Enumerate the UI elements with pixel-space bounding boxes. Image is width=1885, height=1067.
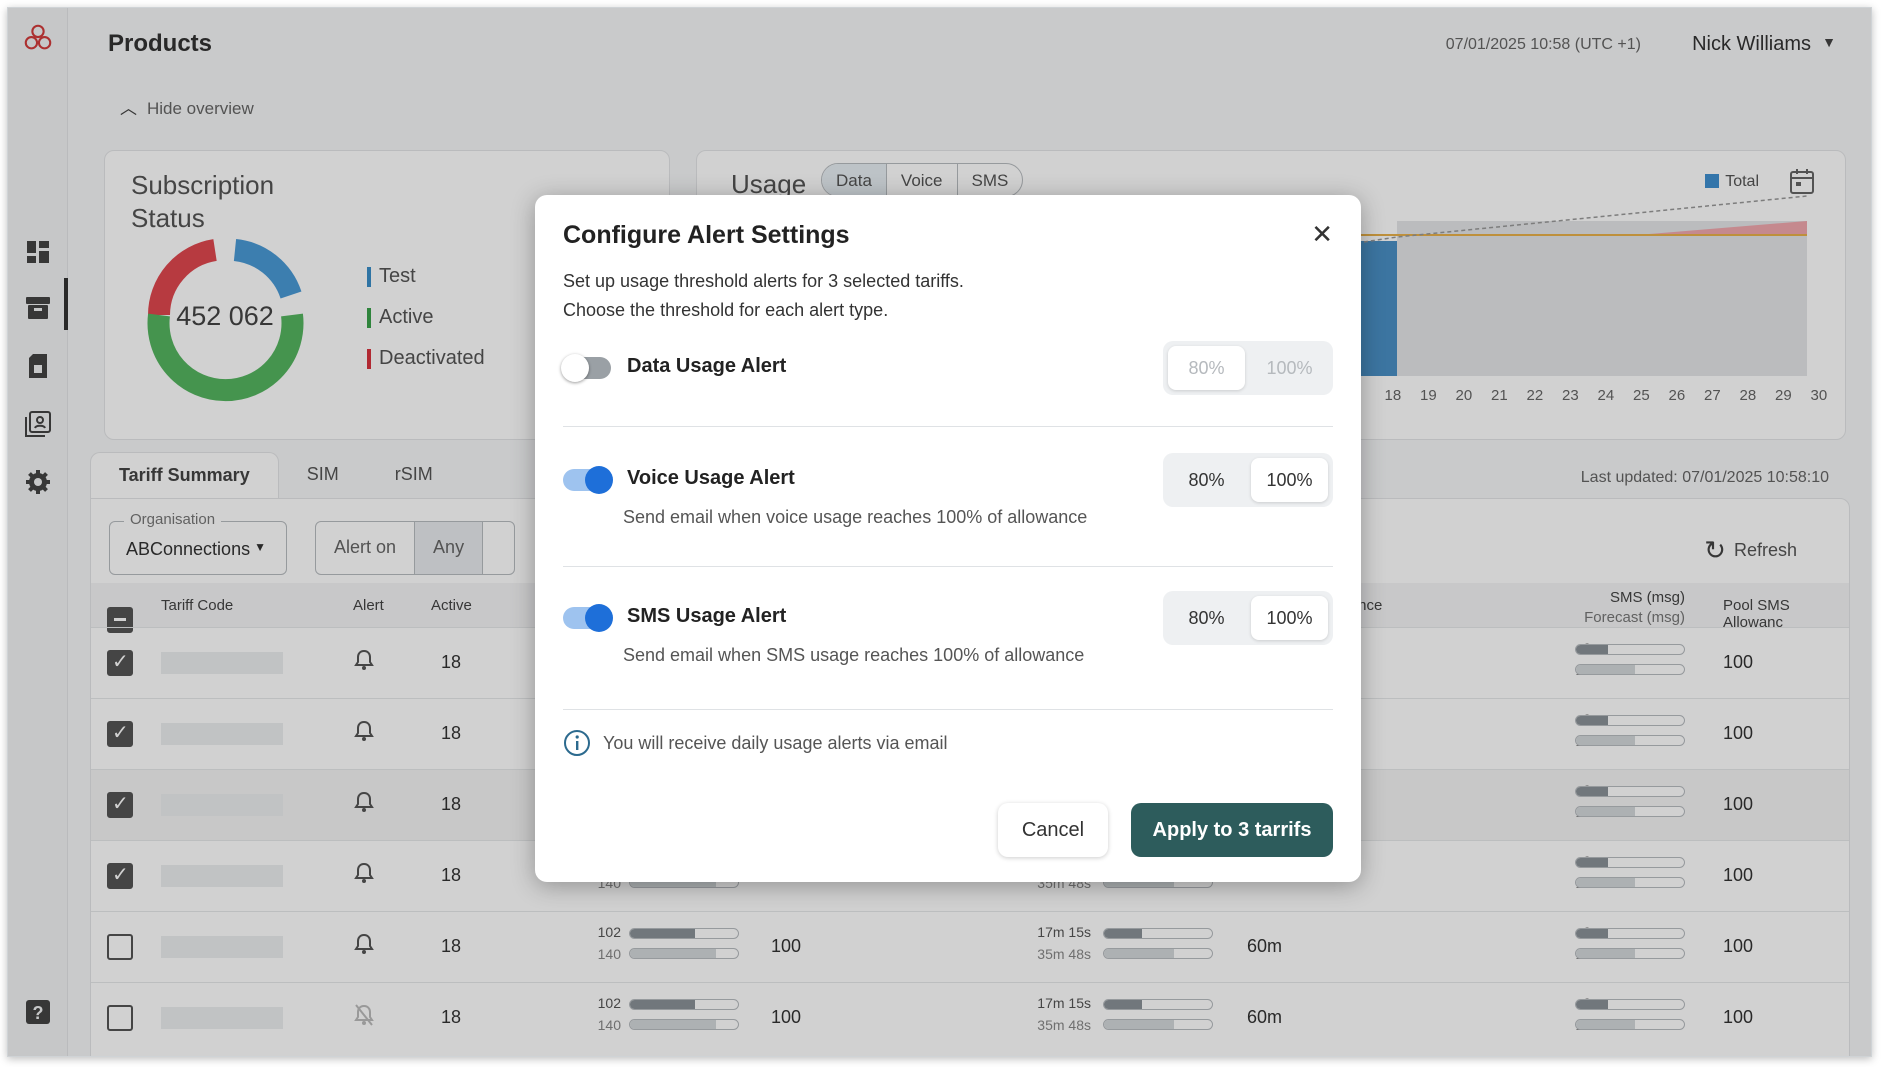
- divider: [563, 566, 1333, 567]
- divider: [563, 426, 1333, 427]
- sms-alert-description: Send email when SMS usage reaches 100% o…: [623, 645, 1085, 665]
- data-alert-label: Data Usage Alert: [627, 355, 787, 377]
- toggle-knob: [585, 466, 613, 494]
- info-icon: [564, 730, 590, 756]
- voice-alert-section: Voice Usage Alert Send email when voice …: [563, 453, 1333, 535]
- voice-threshold-80[interactable]: 80%: [1168, 458, 1245, 502]
- toggle-knob: [561, 354, 589, 382]
- voice-threshold-selector: 80% 100%: [1163, 453, 1333, 507]
- dialog-subtitle: Set up usage threshold alerts for 3 sele…: [563, 271, 964, 320]
- app-window: ? Products 07/01/2025 10:58 (UTC +1) Nic…: [7, 7, 1872, 1057]
- sms-threshold-selector: 80% 100%: [1163, 591, 1333, 645]
- voice-threshold-100[interactable]: 100%: [1251, 458, 1328, 502]
- data-threshold-80: 80%: [1168, 346, 1245, 390]
- data-alert-toggle[interactable]: [561, 354, 611, 382]
- cancel-button[interactable]: Cancel: [998, 803, 1108, 857]
- voice-alert-label: Voice Usage Alert: [627, 467, 795, 489]
- toggle-knob: [585, 604, 613, 632]
- configure-alert-dialog: Configure Alert Settings ✕ Set up usage …: [535, 195, 1361, 882]
- sms-alert-section: SMS Usage Alert Send email when SMS usag…: [563, 591, 1333, 673]
- close-icon[interactable]: ✕: [1311, 219, 1333, 250]
- dialog-title: Configure Alert Settings: [563, 221, 850, 249]
- info-note: You will receive daily usage alerts via …: [563, 729, 948, 757]
- data-threshold-selector: 80% 100%: [1163, 341, 1333, 395]
- sms-alert-toggle[interactable]: [563, 604, 613, 632]
- apply-button[interactable]: Apply to 3 tarrifs: [1131, 803, 1333, 857]
- data-threshold-100: 100%: [1266, 357, 1313, 378]
- sms-threshold-100[interactable]: 100%: [1251, 596, 1328, 640]
- sms-threshold-80[interactable]: 80%: [1168, 596, 1245, 640]
- data-alert-section: Data Usage Alert 80% 100%: [561, 341, 1333, 413]
- voice-alert-toggle[interactable]: [563, 466, 613, 494]
- voice-alert-description: Send email when voice usage reaches 100%…: [623, 507, 1088, 527]
- divider: [563, 709, 1333, 710]
- sms-alert-label: SMS Usage Alert: [627, 605, 787, 627]
